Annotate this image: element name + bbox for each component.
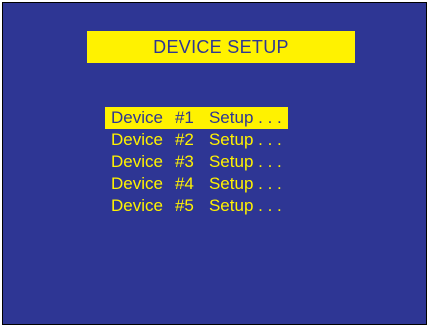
- menu-item-device-2[interactable]: Device #2 Setup . . .: [105, 129, 288, 151]
- menu-item-device-label: Device: [111, 196, 163, 215]
- menu-item-action-label: Setup . . .: [208, 174, 282, 193]
- menu-item-device-label: Device: [111, 152, 163, 171]
- menu-item-device-5[interactable]: Device #5 Setup . . .: [105, 195, 288, 217]
- menu-item-device-label: Device: [111, 174, 163, 193]
- menu-item-device-1[interactable]: Device #1 Setup . . .: [105, 107, 288, 129]
- menu-item-device-number: #5: [174, 196, 194, 215]
- menu-item-action-label: Setup . . .: [208, 196, 282, 215]
- device-setup-screen: DEVICE SETUP Device #1 Setup . . . Devic…: [2, 2, 427, 325]
- menu-item-device-label: Device: [111, 108, 163, 127]
- menu-item-device-number: #1: [174, 108, 194, 127]
- menu-item-action-label: Setup . . .: [208, 108, 282, 127]
- menu-item-device-number: #3: [174, 152, 194, 171]
- menu-item-action-label: Setup . . .: [208, 152, 282, 171]
- menu-item-device-number: #4: [174, 174, 194, 193]
- menu-item-device-3[interactable]: Device #3 Setup . . .: [105, 151, 288, 173]
- menu-item-device-number: #2: [174, 130, 194, 149]
- menu-item-device-4[interactable]: Device #4 Setup . . .: [105, 173, 288, 195]
- page-title: DEVICE SETUP: [87, 31, 355, 63]
- menu-item-action-label: Setup . . .: [208, 130, 282, 149]
- device-menu: Device #1 Setup . . . Device #2 Setup . …: [105, 107, 288, 217]
- menu-item-device-label: Device: [111, 130, 163, 149]
